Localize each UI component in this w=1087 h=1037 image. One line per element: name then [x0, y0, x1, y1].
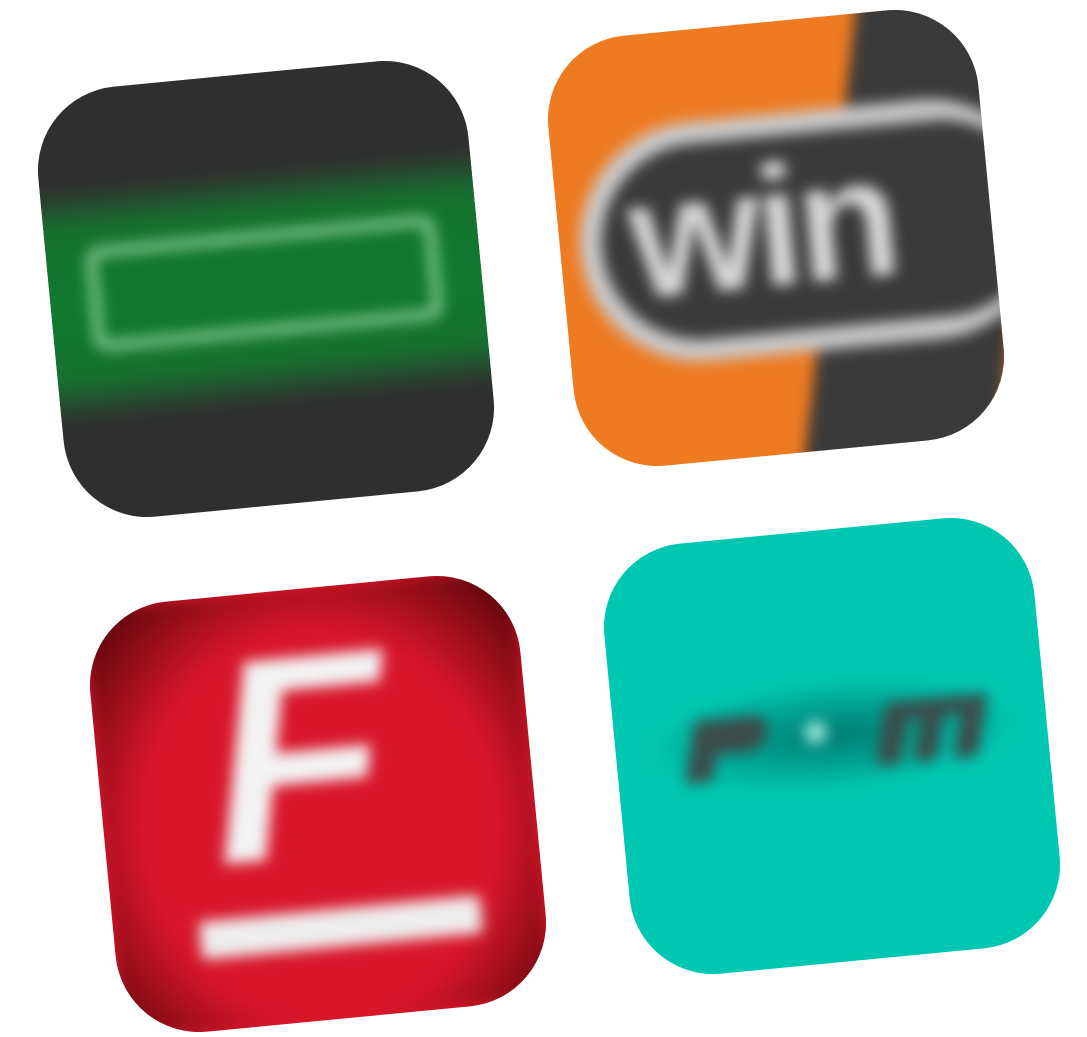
f-letter-logo: F: [194, 586, 402, 927]
win-icon-artwork: win: [540, 2, 1012, 474]
teal-icon-artwork: [596, 510, 1067, 981]
app-icon-collage: win F: [0, 0, 1087, 1037]
win-wordmark: win: [620, 121, 903, 336]
red-f-app-icon[interactable]: F: [82, 568, 554, 1037]
wordmark-right-shape: [876, 692, 988, 766]
red-f-icon-artwork: F: [82, 568, 554, 1037]
green-band-app-icon[interactable]: [30, 53, 502, 525]
wordmark-left-shape: [684, 715, 767, 785]
wordmark-right: [858, 674, 1008, 793]
teal-app-icon[interactable]: [596, 510, 1068, 982]
green-band-icon-artwork: [30, 53, 502, 524]
win-app-icon[interactable]: win: [540, 2, 1012, 474]
wordmark-left: [659, 695, 789, 812]
